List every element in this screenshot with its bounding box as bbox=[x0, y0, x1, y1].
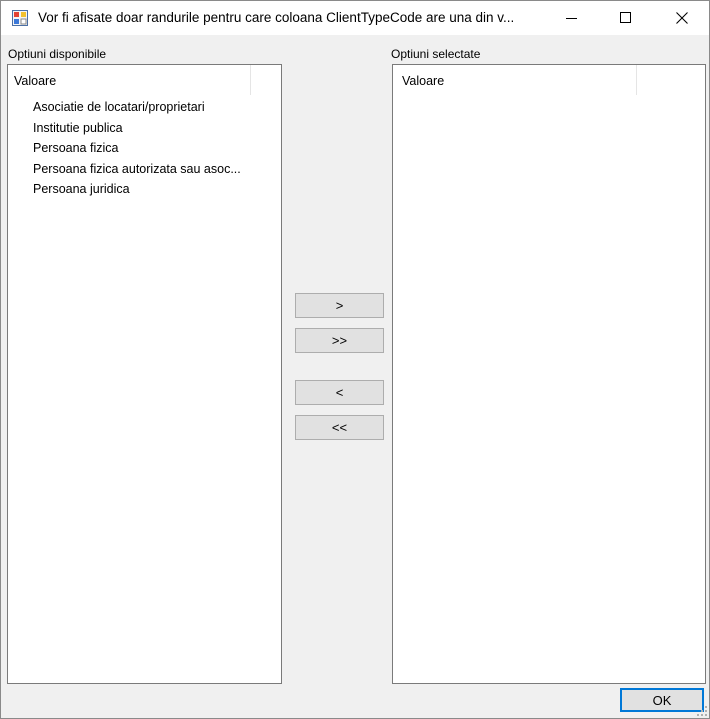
selected-column-header[interactable]: Valoare bbox=[393, 65, 637, 95]
ok-button[interactable]: OK bbox=[620, 688, 704, 712]
window-title: Vor fi afisate doar randurile pentru car… bbox=[38, 10, 515, 25]
close-icon bbox=[676, 12, 688, 24]
minimize-button[interactable] bbox=[549, 1, 595, 35]
list-item[interactable]: Persoana fizica bbox=[8, 138, 251, 159]
dialog-window: Vor fi afisate doar randurile pentru car… bbox=[0, 0, 710, 719]
list-item[interactable]: Persoana juridica bbox=[8, 179, 251, 200]
available-options-label: Optiuni disponibile bbox=[8, 47, 107, 61]
remove-all-button[interactable]: << bbox=[295, 415, 384, 440]
selected-column-header-label: Valoare bbox=[402, 74, 445, 88]
available-items: Asociatie de locatari/proprietari Instit… bbox=[8, 97, 251, 200]
remove-selected-button[interactable]: < bbox=[295, 380, 384, 405]
maximize-button[interactable] bbox=[603, 1, 649, 35]
title-bar[interactable]: Vor fi afisate doar randurile pentru car… bbox=[1, 1, 709, 35]
move-all-button[interactable]: >> bbox=[295, 328, 384, 353]
list-item[interactable]: Persoana fizica autorizata sau asoc... bbox=[8, 159, 251, 180]
list-item[interactable]: Asociatie de locatari/proprietari bbox=[8, 97, 251, 118]
app-icon bbox=[12, 10, 28, 26]
maximize-icon bbox=[620, 12, 631, 23]
resize-grip-icon[interactable] bbox=[696, 705, 708, 717]
available-column-header[interactable]: Valoare bbox=[8, 65, 251, 95]
selected-options-label: Optiuni selectate bbox=[391, 47, 481, 61]
available-column-header-label: Valoare bbox=[14, 74, 57, 88]
list-item[interactable]: Institutie publica bbox=[8, 118, 251, 139]
minimize-icon bbox=[566, 18, 577, 19]
selected-options-list[interactable]: Valoare bbox=[392, 64, 706, 684]
available-options-list[interactable]: Valoare Asociatie de locatari/proprietar… bbox=[7, 64, 282, 684]
move-selected-button[interactable]: > bbox=[295, 293, 384, 318]
close-button[interactable] bbox=[659, 1, 705, 35]
